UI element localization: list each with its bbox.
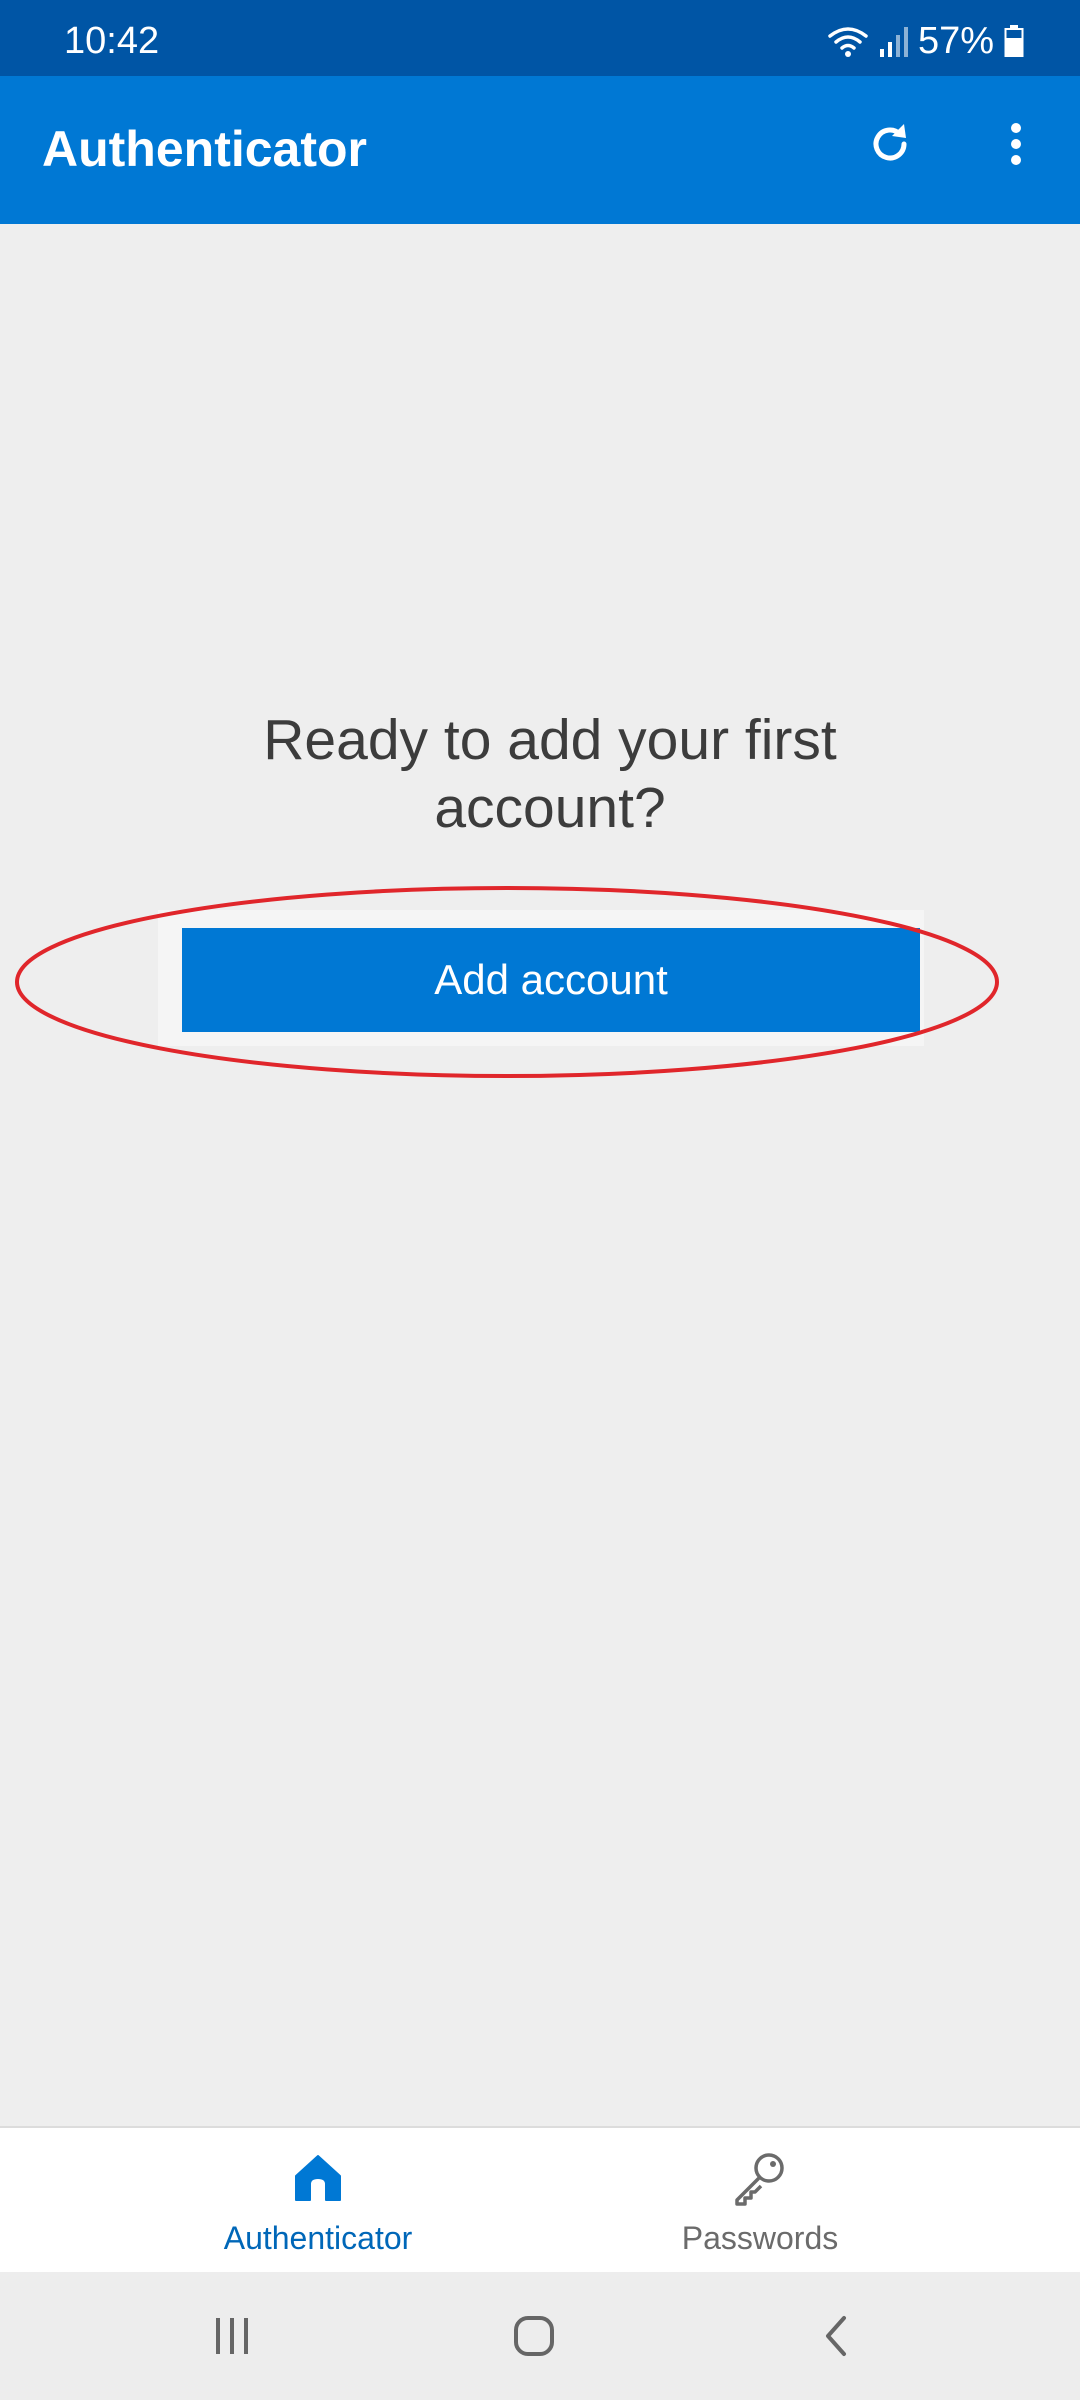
recents-icon [210,2314,254,2363]
app-title: Authenticator [42,121,367,177]
key-icon [731,2150,789,2211]
home-icon [292,2152,344,2209]
home-button-icon [510,2312,558,2365]
battery-percent: 57% [917,20,994,62]
app-bar: Authenticator [0,76,1080,224]
screen: 10:42 57% Authenticator Ready to add you… [0,0,1080,2400]
back-button[interactable] [804,2306,868,2370]
recents-button[interactable] [200,2306,264,2370]
refresh-button[interactable] [858,114,922,178]
wifi-icon [828,24,868,58]
nav-label-passwords: Passwords [681,2220,839,2256]
nav-tab-passwords[interactable]: Passwords [490,2128,1030,2274]
add-account-button[interactable]: Add account [182,928,920,1032]
more-options-button[interactable] [984,114,1048,178]
system-home-button[interactable] [502,2306,566,2370]
system-nav-bar [0,2272,1080,2400]
refresh-icon [866,120,914,173]
bottom-nav: Authenticator Passwords [0,2126,1080,2274]
signal-icon [878,25,908,57]
more-vert-icon [1008,120,1024,173]
battery-icon [1004,25,1024,57]
status-time: 10:42 [64,20,160,62]
back-icon [816,2312,856,2365]
status-icons: 57% [828,22,1024,60]
prompt-line-1: Ready to add your first [263,708,837,772]
empty-state-prompt: Ready to add your first account? [140,706,960,842]
prompt-line-2: account? [434,776,666,840]
status-bar: 10:42 57% [0,0,1080,76]
